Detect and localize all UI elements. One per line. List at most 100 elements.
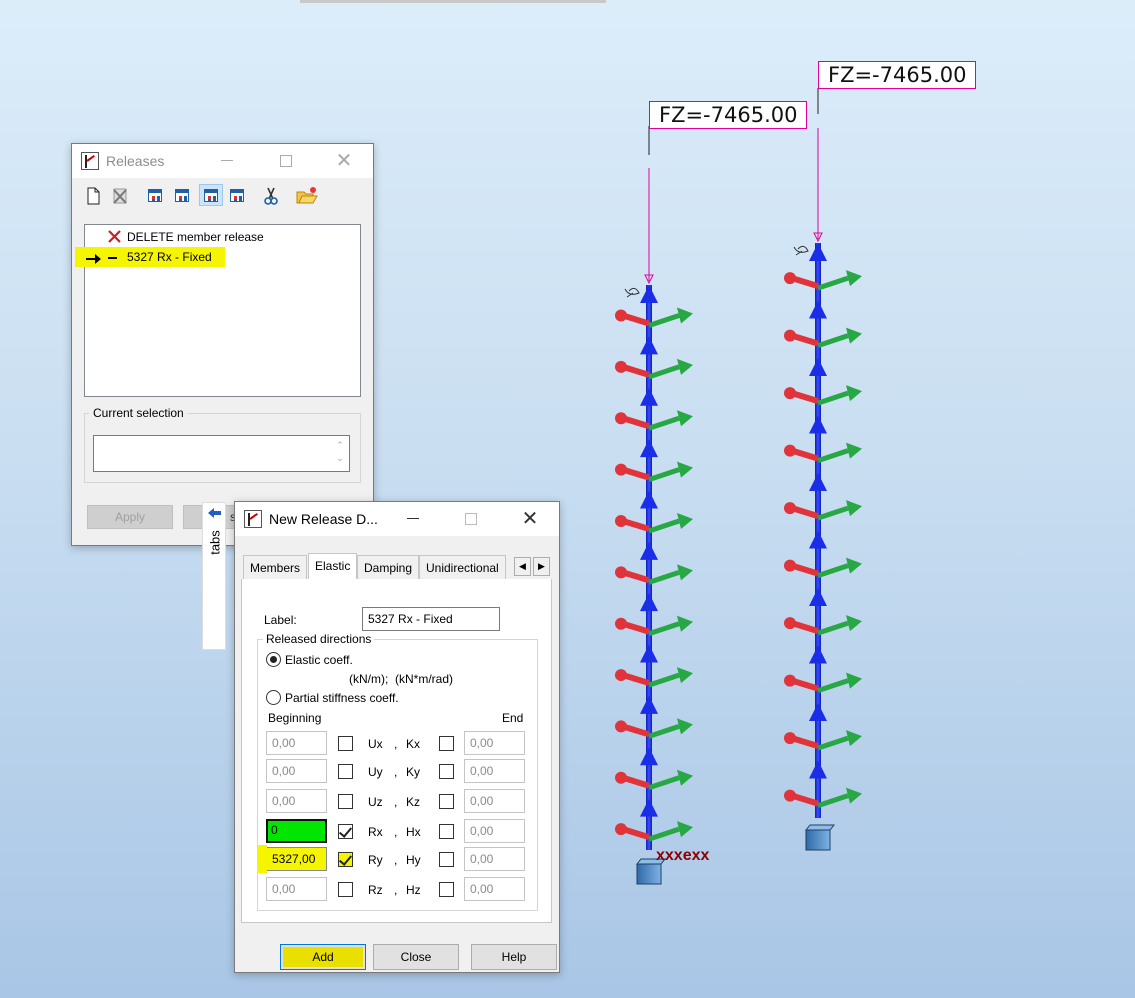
help-button[interactable]: Help: [471, 944, 557, 970]
begin-release-checkbox[interactable]: [338, 736, 353, 751]
axis-arrow-red-head: [615, 617, 627, 630]
axis-arrow-green-head: [846, 787, 862, 804]
current-selection-label: Current selection: [89, 406, 188, 420]
scroll-up-icon[interactable]: ⌃: [333, 439, 347, 452]
title-bar[interactable]: Releases ✕: [72, 144, 373, 178]
axis-arrow-green: [817, 620, 849, 636]
axis-arrow-up: [809, 415, 827, 434]
axis-arrow-green-head: [677, 564, 693, 581]
end-release-checkbox[interactable]: [439, 882, 454, 897]
maximize-button[interactable]: [267, 148, 303, 174]
end-value-field[interactable]: 0,00: [464, 759, 525, 783]
member-view-icon[interactable]: [145, 186, 165, 206]
axis-arrow-red: [791, 390, 819, 404]
list-item-selected[interactable]: 5327 Rx - Fixed: [75, 247, 225, 267]
partial-stiffness-radio[interactable]: [266, 690, 281, 705]
axis-arrow-green: [648, 467, 680, 482]
axis-arrow-up: [809, 243, 827, 261]
dof-u-label: Ux: [368, 737, 383, 751]
axis-arrow-red: [622, 774, 650, 789]
end-release-checkbox[interactable]: [439, 794, 454, 809]
tab-damping[interactable]: Damping: [357, 555, 420, 579]
maximize-button[interactable]: [452, 506, 488, 532]
value-highlight: [257, 845, 267, 873]
end-value-field[interactable]: 0,00: [464, 731, 525, 755]
tab-elastic[interactable]: Elastic: [308, 553, 358, 580]
arrow-left-icon[interactable]: [207, 507, 222, 519]
axis-arrow-green: [648, 569, 680, 585]
dof-separator: ,: [394, 765, 398, 779]
begin-release-checkbox[interactable]: [338, 824, 353, 839]
scroll-down-icon[interactable]: ⌄: [333, 452, 347, 465]
axis-arrow-red-head: [784, 732, 796, 745]
end-release-checkbox[interactable]: [439, 764, 454, 779]
axis-arrow-up: [809, 645, 827, 664]
releases-list[interactable]: DELETE member release 5327 Rx - Fixed: [75, 224, 361, 397]
axis-arrow-green-head: [846, 615, 862, 632]
axis-arrow-green-head: [677, 769, 693, 786]
support-block-top: [804, 824, 836, 831]
begin-release-checkbox[interactable]: [338, 764, 353, 779]
axis-arrow-green-head: [677, 410, 693, 427]
axis-arrow-green: [648, 724, 680, 739]
end-value-field[interactable]: 0,00: [464, 789, 525, 813]
list-item-label: 5327 Rx - Fixed: [127, 250, 212, 264]
title-bar[interactable]: New Release D... ✕: [235, 502, 559, 536]
dof-u-label: Uy: [368, 765, 383, 779]
begin-value-field[interactable]: 0,00: [266, 877, 327, 901]
begin-value-field[interactable]: 0,00: [266, 759, 327, 783]
end-value-field[interactable]: 0,00: [464, 877, 525, 901]
axis-arrow-red-head: [615, 463, 627, 476]
delete-icon[interactable]: [110, 186, 130, 206]
begin-value-field[interactable]: 0,00: [266, 731, 327, 755]
tab-scroll-left-icon[interactable]: ◀: [514, 557, 531, 576]
cut-icon[interactable]: [261, 186, 281, 206]
folder-open-icon[interactable]: [296, 186, 318, 206]
label-field[interactable]: 5327 Rx - Fixed: [362, 607, 500, 631]
begin-value-field[interactable]: 0: [266, 819, 327, 843]
minimize-button[interactable]: [395, 506, 431, 532]
elastic-coeff-radio[interactable]: [266, 652, 281, 667]
axis-arrow-red-head: [615, 669, 627, 682]
axis-arrow-red: [791, 677, 819, 692]
dof-separator: ,: [394, 795, 398, 809]
close-button[interactable]: ✕: [326, 148, 362, 174]
release-dash-icon: [108, 257, 117, 259]
end-release-checkbox[interactable]: [439, 824, 454, 839]
tab-unidirectional[interactable]: Unidirectional: [419, 555, 506, 579]
end-release-checkbox[interactable]: [439, 852, 454, 867]
tabs-side-panel[interactable]: tabs: [202, 502, 226, 650]
axis-arrow-green-head: [677, 512, 693, 529]
dof-k-label: Kz: [406, 795, 421, 809]
close-button[interactable]: ✕: [512, 506, 548, 532]
current-selection-field[interactable]: ⌃ ⌄: [93, 435, 350, 472]
load-annotation: FZ=-7465.00: [649, 101, 808, 129]
support-block: [805, 829, 831, 851]
dof-u-label: Rz: [368, 883, 383, 897]
add-button[interactable]: Add: [280, 944, 366, 970]
minimize-button[interactable]: [209, 148, 245, 174]
begin-value-field[interactable]: 5327,00: [266, 847, 327, 871]
scrollbar[interactable]: ⌃ ⌄: [333, 439, 347, 469]
table-view-icon[interactable]: [227, 186, 247, 206]
grid-view-icon[interactable]: [199, 184, 223, 206]
dof-k-label: Hy: [406, 853, 421, 867]
units-label: (kN/m); (kN*m/rad): [349, 672, 453, 686]
axis-arrow-red: [622, 518, 650, 532]
begin-value-field[interactable]: 0,00: [266, 789, 327, 813]
begin-release-checkbox[interactable]: [338, 794, 353, 809]
end-release-checkbox[interactable]: [439, 736, 454, 751]
axis-arrow-red: [791, 275, 819, 289]
node-view-icon[interactable]: [172, 186, 192, 206]
new-icon[interactable]: [83, 186, 103, 206]
end-value-field[interactable]: 0,00: [464, 847, 525, 871]
axis-arrow-green: [817, 563, 849, 578]
tab-members[interactable]: Members: [243, 555, 308, 579]
tab-scroll-right-icon[interactable]: ▶: [533, 557, 550, 576]
axis-arrow-red: [791, 332, 819, 347]
apply-button[interactable]: Apply: [87, 505, 173, 529]
begin-release-checkbox[interactable]: [338, 882, 353, 897]
end-value-field[interactable]: 0,00: [464, 819, 525, 843]
begin-release-checkbox[interactable]: [338, 852, 353, 867]
close-dialog-button[interactable]: Close: [373, 944, 459, 970]
